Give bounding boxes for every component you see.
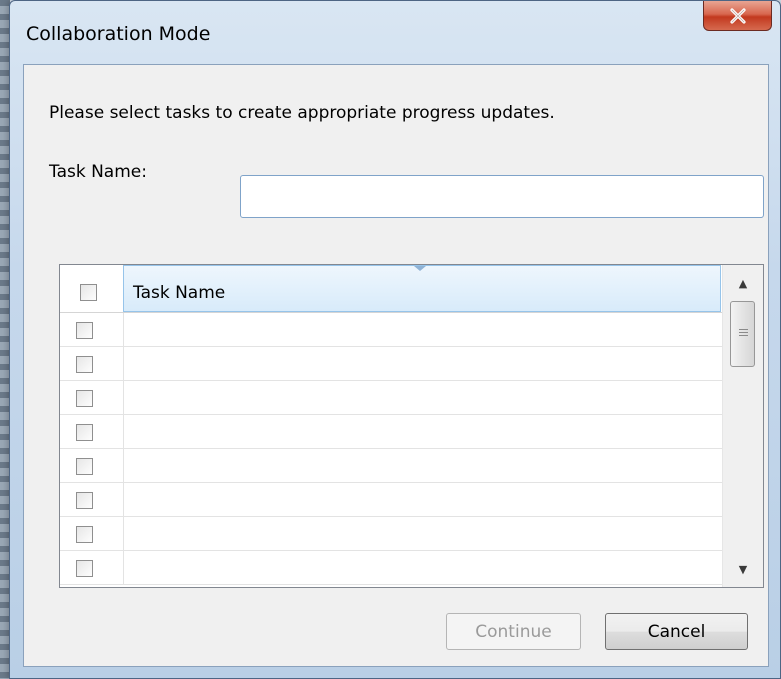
table-row[interactable] — [60, 381, 722, 415]
row-checkbox[interactable] — [76, 322, 93, 339]
row-checkbox[interactable] — [76, 424, 93, 441]
table-row[interactable] — [60, 517, 722, 551]
row-checkbox[interactable] — [76, 492, 93, 509]
dialog-client-area: Please select tasks to create appropriat… — [23, 64, 769, 667]
select-all-checkbox[interactable] — [80, 284, 97, 301]
row-checkbox[interactable] — [76, 458, 93, 475]
close-button[interactable] — [703, 1, 772, 31]
continue-button[interactable]: Continue — [446, 613, 581, 650]
row-task-name[interactable] — [124, 483, 722, 517]
row-check-cell — [60, 551, 124, 585]
window-title: Collaboration Mode — [26, 23, 211, 45]
row-task-name[interactable] — [124, 449, 722, 483]
row-task-name[interactable] — [124, 381, 722, 415]
scroll-up-button[interactable]: ▲ — [723, 265, 763, 301]
row-checkbox[interactable] — [76, 526, 93, 543]
row-checkbox[interactable] — [76, 560, 93, 577]
table-row[interactable] — [60, 313, 722, 347]
row-check-cell — [60, 449, 124, 483]
close-icon — [729, 7, 746, 24]
table-row[interactable] — [60, 347, 722, 381]
row-task-name[interactable] — [124, 517, 722, 551]
table-row[interactable] — [60, 449, 722, 483]
row-check-cell — [60, 517, 124, 551]
select-all-cell — [60, 265, 124, 312]
task-name-column-header[interactable]: Task Name — [123, 265, 721, 312]
row-check-cell — [60, 347, 124, 381]
column-header-label: Task Name — [133, 283, 226, 303]
row-check-cell — [60, 483, 124, 517]
row-check-cell — [60, 415, 124, 449]
row-task-name[interactable] — [124, 551, 722, 585]
vertical-scrollbar[interactable]: ▲ ▼ — [722, 265, 763, 587]
cancel-button[interactable]: Cancel — [605, 613, 748, 650]
grid-rows — [60, 313, 722, 585]
row-task-name[interactable] — [124, 313, 722, 347]
chevron-down-icon: ▼ — [738, 562, 748, 576]
task-name-input[interactable] — [240, 175, 764, 218]
table-row[interactable] — [60, 551, 722, 585]
scroll-down-button[interactable]: ▼ — [723, 551, 763, 587]
task-name-label: Task Name: — [49, 162, 147, 182]
row-task-name[interactable] — [124, 415, 722, 449]
row-check-cell — [60, 381, 124, 415]
row-task-name[interactable] — [124, 347, 722, 381]
sort-indicator-icon — [414, 266, 426, 271]
row-checkbox[interactable] — [76, 356, 93, 373]
scroll-thumb[interactable] — [730, 301, 755, 367]
grid-header: Task Name — [60, 265, 722, 313]
grip-icon — [739, 329, 748, 338]
chevron-up-icon: ▲ — [738, 276, 748, 290]
row-checkbox[interactable] — [76, 390, 93, 407]
instruction-text: Please select tasks to create appropriat… — [49, 103, 555, 123]
task-grid: Task Name ▲ ▼ — [59, 264, 764, 588]
table-row[interactable] — [60, 483, 722, 517]
table-row[interactable] — [60, 415, 722, 449]
dialog-window: Collaboration Mode Please select tasks t… — [9, 0, 781, 679]
title-bar[interactable]: Collaboration Mode — [10, 1, 780, 64]
row-check-cell — [60, 313, 124, 347]
